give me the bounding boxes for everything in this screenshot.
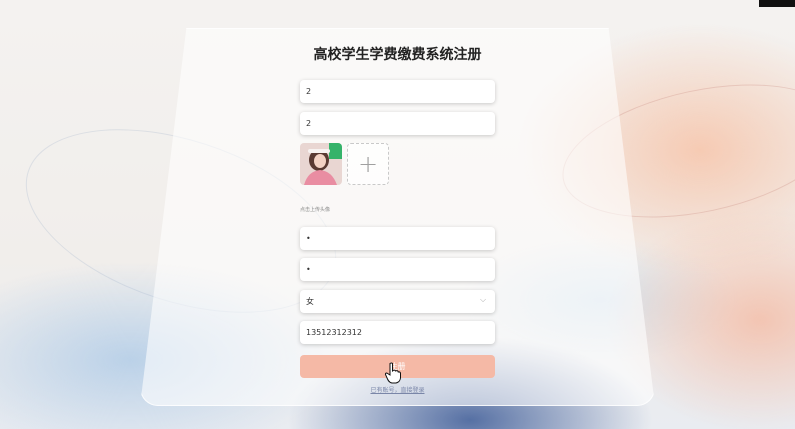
- phone-value: 13512312312: [306, 328, 362, 337]
- gender-select[interactable]: 女 ⌵: [300, 290, 495, 313]
- confirm-password-field[interactable]: •: [300, 258, 495, 281]
- password-value: •: [306, 234, 311, 243]
- login-link[interactable]: 已有账号，直接登录: [0, 385, 795, 394]
- plus-icon: +: [357, 150, 379, 178]
- page-title: 高校学生学费缴费系统注册: [313, 47, 482, 63]
- login-link-text: 已有账号，直接登录: [370, 387, 425, 394]
- chevron-down-icon: ⌵: [480, 295, 487, 304]
- avatar[interactable]: [300, 143, 342, 185]
- name-value: 2: [306, 119, 312, 128]
- window-corner-bar: [759, 0, 795, 7]
- upload-hint: 点击上传头像: [300, 207, 331, 213]
- name-field[interactable]: 2: [300, 112, 495, 135]
- hand-pointer-icon: [384, 362, 401, 384]
- password-field[interactable]: •: [300, 227, 495, 250]
- confirm-password-value: •: [306, 265, 311, 274]
- avatar-image: [300, 143, 342, 185]
- phone-field[interactable]: 13512312312: [300, 321, 495, 344]
- username-value: 2: [306, 87, 312, 96]
- username-field[interactable]: 2: [300, 80, 495, 103]
- upload-avatar-button[interactable]: +: [347, 143, 389, 185]
- gender-value: 女: [306, 297, 314, 306]
